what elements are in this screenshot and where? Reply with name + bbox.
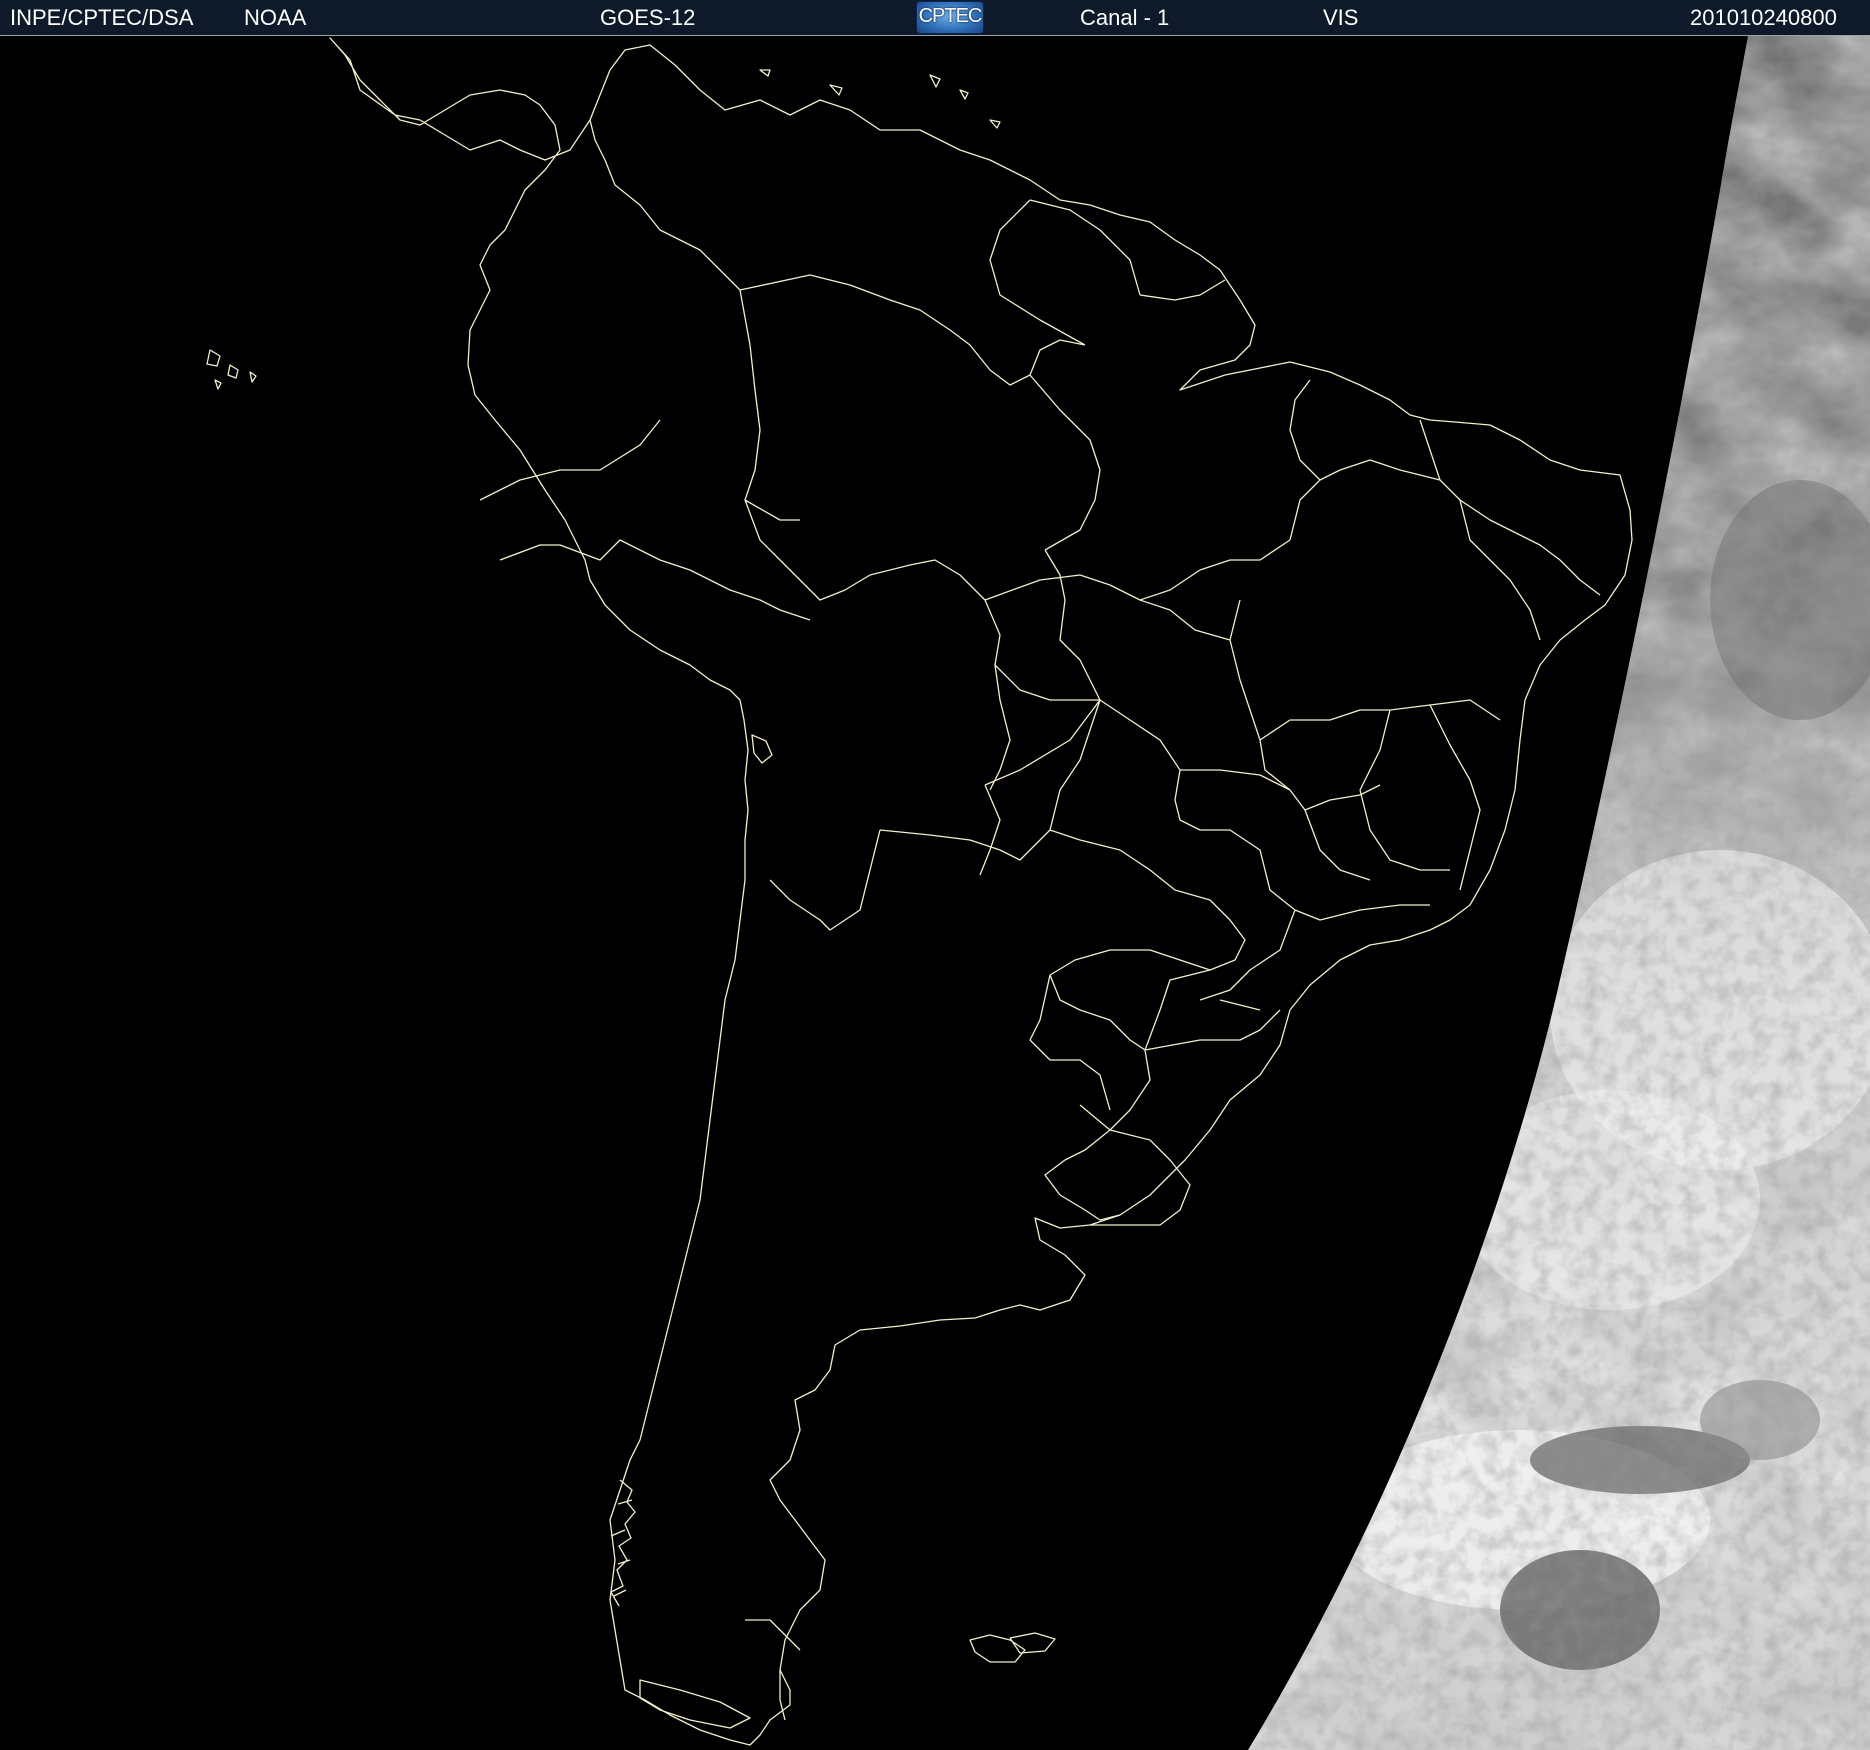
satellite-imagery xyxy=(0,36,1870,1750)
agency-label: INPE/CPTEC/DSA xyxy=(10,5,194,30)
image-header-bar: INPE/CPTEC/DSA NOAA GOES-12 CPTEC Canal … xyxy=(0,0,1870,36)
satellite-label: GOES-12 xyxy=(600,5,696,30)
channel-label: Canal - 1 xyxy=(1080,5,1170,30)
logo-text: CPTEC xyxy=(918,5,983,27)
band-label: VIS xyxy=(1323,5,1359,30)
imagery-svg xyxy=(0,36,1870,1750)
cptec-logo-icon: CPTEC xyxy=(916,1,984,34)
timestamp-label: 201010240800 xyxy=(1690,5,1837,30)
satellite-image-viewer: INPE/CPTEC/DSA NOAA GOES-12 CPTEC Canal … xyxy=(0,0,1870,1750)
source-label: NOAA xyxy=(244,5,307,30)
